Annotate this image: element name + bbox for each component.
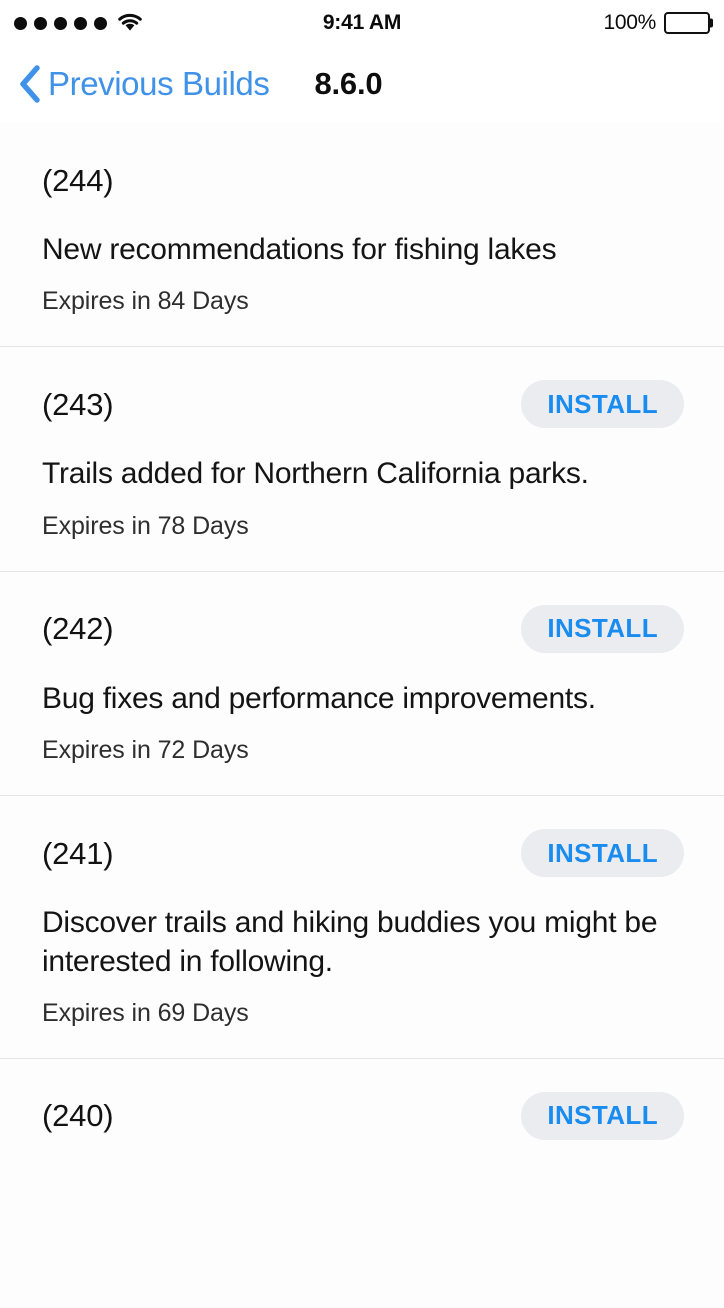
navigation-bar: Previous Builds 8.6.0 <box>0 46 724 122</box>
build-number: (240) <box>42 1098 114 1134</box>
build-expiry-label: Expires in 84 Days <box>42 287 249 316</box>
build-row-header: (242) INSTALL <box>42 604 702 653</box>
signal-dot <box>94 16 107 30</box>
build-row-header: (241) INSTALL <box>42 829 702 878</box>
build-row-header: (244) INSTALL <box>42 156 702 204</box>
page-title: 8.6.0 <box>314 66 383 101</box>
build-list-item[interactable]: (244) INSTALL New recommendations for fi… <box>0 122 724 347</box>
build-list-item[interactable]: (242) INSTALL Bug fixes and performance … <box>0 570 724 796</box>
battery-icon <box>664 12 713 34</box>
build-number: (242) <box>42 611 114 647</box>
back-button[interactable]: Previous Builds <box>18 64 270 104</box>
build-description: Discover trails and hiking buddies you m… <box>42 906 658 978</box>
build-list-item[interactable]: (240) INSTALL <box>0 1057 724 1176</box>
signal-dot <box>54 16 67 30</box>
install-button[interactable]: INSTALL <box>521 1091 684 1140</box>
signal-dot <box>34 16 47 30</box>
build-row-header: (243) INSTALL <box>42 380 702 429</box>
build-number: (244) <box>42 162 114 198</box>
build-expiry-label: Expires in 69 Days <box>42 998 249 1027</box>
status-bar-clock: 9:41 AM <box>322 11 402 34</box>
app-screen: 9:41 AM 100% Previous Builds 8.6.0 (244) <box>0 0 724 1308</box>
install-button[interactable]: INSTALL <box>521 380 684 429</box>
back-button-label: Previous Builds <box>48 65 270 102</box>
build-list-item[interactable]: (243) INSTALL Trails added for Northern … <box>0 346 724 571</box>
battery-percentage-label: 100% <box>603 11 656 34</box>
build-expiry-label: Expires in 72 Days <box>42 736 249 765</box>
cellular-signal-dots-icon <box>14 16 107 30</box>
build-row-header: (240) INSTALL <box>42 1091 702 1140</box>
build-description: Bug fixes and performance improvements. <box>42 681 596 715</box>
build-description: Trails added for Northern California par… <box>42 457 589 491</box>
status-bar: 9:41 AM 100% <box>0 0 724 46</box>
status-bar-left <box>14 13 144 33</box>
build-expiry-label: Expires in 78 Days <box>42 511 249 540</box>
chevron-left-icon <box>18 64 42 104</box>
signal-dot <box>74 16 87 30</box>
install-button[interactable]: INSTALL <box>521 604 684 653</box>
build-list: (244) INSTALL New recommendations for fi… <box>0 122 724 1176</box>
build-number: (241) <box>42 835 114 871</box>
signal-dot <box>14 16 27 30</box>
status-bar-right: 100% <box>603 11 713 35</box>
build-description: New recommendations for fishing lakes <box>42 233 557 266</box>
battery-cap <box>710 18 713 28</box>
install-button[interactable]: INSTALL <box>521 829 684 878</box>
wifi-icon <box>116 13 144 33</box>
build-list-item[interactable]: (241) INSTALL Discover trails and hiking… <box>0 795 724 1058</box>
build-number: (243) <box>42 386 114 422</box>
